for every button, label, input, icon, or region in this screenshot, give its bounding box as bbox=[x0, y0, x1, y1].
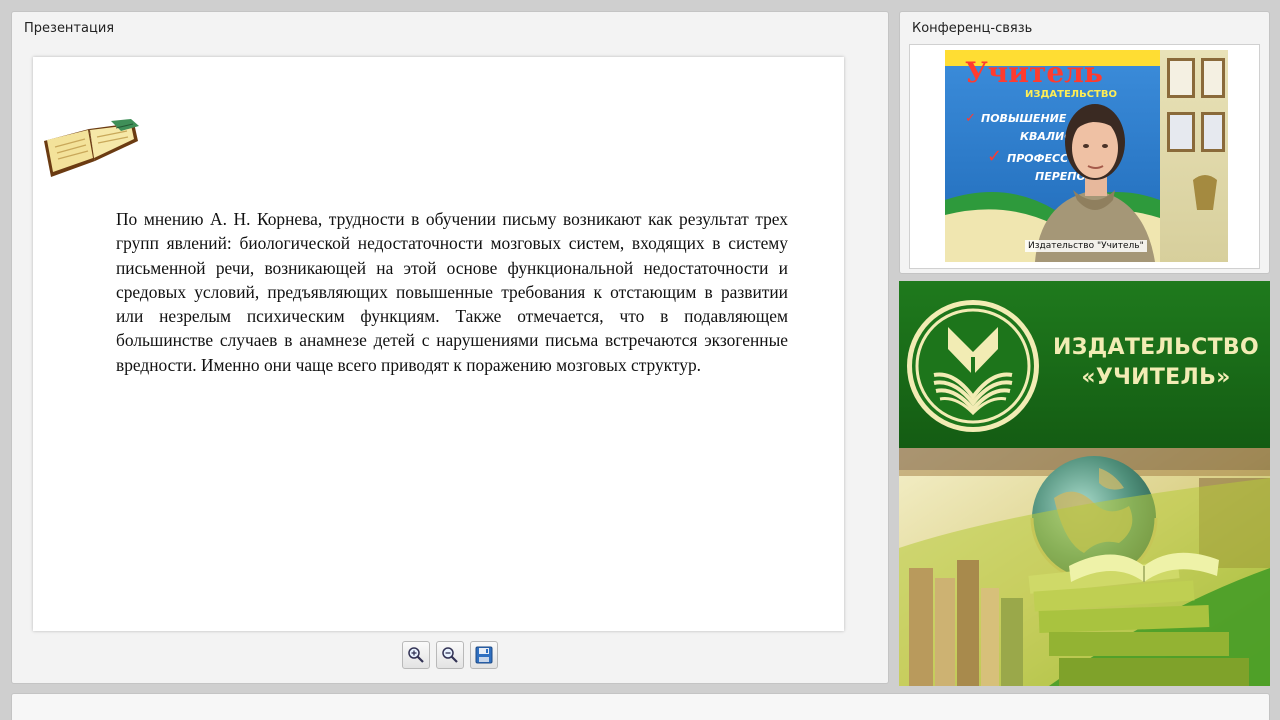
svg-text:Учитель: Учитель bbox=[965, 56, 1103, 89]
zoom-in-icon bbox=[408, 647, 424, 663]
bottom-panel bbox=[11, 693, 1270, 720]
open-book-icon bbox=[44, 119, 139, 177]
presentation-panel: Презентация По мнению А. Н. Корнева, тру… bbox=[11, 11, 889, 684]
zoom-in-button[interactable] bbox=[402, 641, 430, 669]
svg-text:ИЗДАТЕЛЬСТВО: ИЗДАТЕЛЬСТВО bbox=[1025, 89, 1117, 100]
svg-text:✓: ✓ bbox=[965, 111, 976, 126]
presentation-slide: По мнению А. Н. Корнева, трудности в обу… bbox=[33, 57, 844, 631]
publisher-banner-header: ИЗДАТЕЛЬСТВО «УЧИТЕЛЬ» bbox=[899, 281, 1270, 448]
svg-text:ПРОФЕСС: ПРОФЕСС bbox=[1007, 152, 1068, 165]
slide-body-text: По мнению А. Н. Корнева, трудности в обу… bbox=[116, 209, 788, 375]
books-and-globe-illustration bbox=[899, 448, 1270, 686]
publisher-name-line2: «УЧИТЕЛЬ» bbox=[1081, 365, 1231, 390]
slide-toolbar bbox=[402, 641, 498, 669]
publisher-logo-icon bbox=[907, 300, 1039, 432]
zoom-out-button[interactable] bbox=[436, 641, 464, 669]
publisher-banner-image bbox=[899, 448, 1270, 686]
conference-panel: Конференц-связь Учитель ИЗДАТЕЛЬСТВО ✓ П… bbox=[899, 11, 1270, 274]
zoom-out-icon bbox=[442, 647, 458, 663]
publisher-name: ИЗДАТЕЛЬСТВО «УЧИТЕЛЬ» bbox=[1045, 333, 1267, 393]
publisher-banner: ИЗДАТЕЛЬСТВО «УЧИТЕЛЬ» bbox=[899, 281, 1270, 686]
participant-name-label: Издательство "Учитель" bbox=[1025, 240, 1147, 252]
video-feed[interactable]: Учитель ИЗДАТЕЛЬСТВО ✓ ПОВЫШЕНИЕ КВАЛИФИ… bbox=[945, 50, 1228, 262]
save-button[interactable] bbox=[470, 641, 498, 669]
video-scene: Учитель ИЗДАТЕЛЬСТВО ✓ ПОВЫШЕНИЕ КВАЛИФИ… bbox=[945, 50, 1228, 262]
presentation-panel-title: Презентация bbox=[24, 21, 115, 36]
save-icon bbox=[475, 646, 493, 664]
svg-text:✓: ✓ bbox=[987, 146, 1002, 167]
video-frame: Учитель ИЗДАТЕЛЬСТВО ✓ ПОВЫШЕНИЕ КВАЛИФИ… bbox=[909, 44, 1260, 269]
publisher-name-line1: ИЗДАТЕЛЬСТВО bbox=[1053, 335, 1259, 360]
svg-text:ПОВЫШЕНИЕ: ПОВЫШЕНИЕ bbox=[981, 112, 1067, 125]
conference-panel-title: Конференц-связь bbox=[912, 21, 1033, 36]
